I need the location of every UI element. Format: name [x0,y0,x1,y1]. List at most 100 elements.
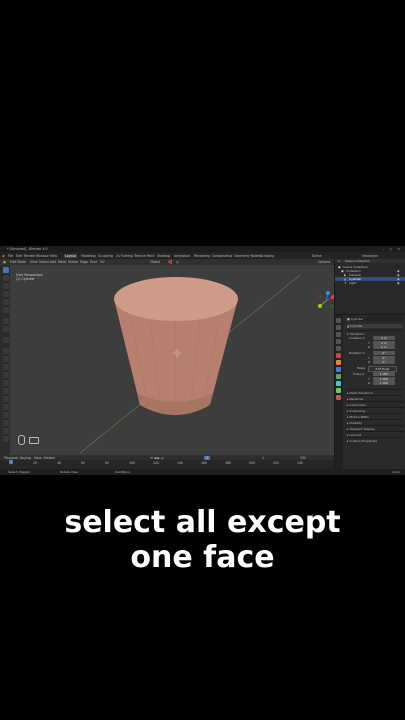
snap-icon[interactable]: 🧲 [168,260,172,264]
proportional-edit-icon[interactable]: ◎ [176,260,179,264]
rotation-x-field[interactable]: 0° [373,351,395,355]
rotate-tool-icon[interactable] [3,291,9,297]
cursor-tool-icon[interactable] [3,275,9,281]
navigation-gizmo[interactable] [315,290,334,312]
render-tab-icon[interactable] [336,325,341,330]
tab-animation[interactable]: Animation [173,254,191,258]
tab-rendering[interactable]: Rendering [193,254,211,258]
rotation-y-field[interactable]: 0° [373,355,395,360]
ruler-tick: 40 [57,460,62,465]
measure-tool-icon[interactable] [3,326,9,332]
blender-logo-icon[interactable]: ◉ [2,254,5,258]
transform-tool-icon[interactable] [3,307,9,313]
visibility-eye-icon[interactable]: ◉ [397,281,400,285]
extrude-tool-icon[interactable] [3,348,9,354]
scale-z-field[interactable]: 1.000 [373,381,395,385]
editor-type-icon[interactable]: ▦ [3,260,6,264]
section-collections[interactable]: ▸ Collections [347,401,403,407]
move-tool-icon[interactable] [3,283,9,289]
shrink-fatten-tool-icon[interactable] [3,420,9,426]
filter-icon[interactable]: ▽ [338,259,340,263]
tab-geometry-nodes[interactable]: Geometry Nodes [233,254,262,258]
scene-tab-icon[interactable] [336,346,341,351]
location-z-field[interactable]: 0 m [373,345,395,349]
scale-y-field[interactable]: 1.000 [373,376,395,381]
section-visibility[interactable]: ▸ Visibility [347,419,403,425]
properties-tabs [335,315,343,470]
section-viewport-display[interactable]: ▸ Viewport Display [347,425,403,431]
rotation-z-field[interactable]: 0° [373,360,395,364]
scale-x-field[interactable]: 1.000 [373,372,395,376]
location-x-field[interactable]: 0 m [373,336,395,340]
physics-tab-icon[interactable] [336,381,341,386]
ruler-tick: 20 [33,460,38,465]
poly-build-tool-icon[interactable] [3,388,9,394]
menu-mesh[interactable]: Mesh [58,260,66,264]
tab-texture-paint[interactable]: Texture Paint [133,254,156,258]
particles-tab-icon[interactable] [336,374,341,379]
data-tab-icon[interactable] [336,388,341,393]
output-tab-icon[interactable] [336,332,341,337]
object-tab-icon[interactable] [336,360,341,365]
rip-region-tool-icon[interactable] [3,436,9,442]
menu-file[interactable]: File [8,254,13,258]
material-tab-icon[interactable] [336,395,341,400]
window-controls[interactable]: – □ × [383,247,402,251]
menu-select[interactable]: Select [39,260,49,264]
tab-layout[interactable]: Layout [64,253,77,258]
select-box-tool-icon[interactable] [3,267,9,273]
add-cube-tool-icon[interactable] [3,337,9,343]
tab-compositing[interactable]: Compositing [211,254,233,258]
world-tab-icon[interactable] [336,353,341,358]
scene-selector[interactable]: Scene [312,254,322,258]
scale-tool-icon[interactable] [3,299,9,305]
tab-uv-editing[interactable]: UV Editing [115,254,134,258]
section-motion-paths[interactable]: ▸ Motion Paths [347,413,403,419]
menu-face[interactable]: Face [90,260,97,264]
menu-edit[interactable]: Edit [16,254,22,258]
timeline-ruler[interactable]: 1 20 40 60 80 100 120 140 160 180 200 22… [0,460,334,465]
tab-modeling[interactable]: Modeling [80,254,97,258]
menu-uv[interactable]: UV [100,260,105,264]
section-custom-properties[interactable]: ▸ Custom Properties [347,437,403,443]
section-line-art[interactable]: ▸ Line Art [347,431,403,437]
knife-tool-icon[interactable] [3,380,9,386]
mode-selector[interactable]: Edit Mode [10,260,26,264]
spin-tool-icon[interactable] [3,396,9,402]
tool-tab-icon[interactable] [336,318,341,323]
view-layer-selector[interactable]: ViewLayer [362,254,378,258]
annotate-tool-icon[interactable] [3,318,9,324]
menu-help[interactable]: Help [50,254,57,258]
outliner-row-light[interactable]: ✦ Light ◉ [335,281,405,285]
view-layer-tab-icon[interactable] [336,339,341,344]
section-delta-transform[interactable]: ▸ Delta Transform [347,389,403,395]
section-transform[interactable]: ▾ Transform [347,330,403,336]
playhead[interactable]: 1 [9,460,14,464]
tab-shading[interactable]: Shading [156,254,171,258]
mesh-name-row[interactable]: ▲ Cylinder [347,324,403,328]
options-menu[interactable]: Options [318,260,330,264]
shear-tool-icon[interactable] [3,428,9,434]
location-y-field[interactable]: 0 m [373,340,395,345]
menu-render[interactable]: Render [24,254,35,258]
menu-view[interactable]: View [30,260,38,264]
mesh-name-field[interactable]: Cylinder [350,324,362,328]
caption-line-1: select all except [64,505,341,540]
modifier-tab-icon[interactable] [336,367,341,372]
tab-scripting[interactable]: Scripting [259,254,275,258]
section-relations[interactable]: ▸ Relations [347,395,403,401]
menu-add[interactable]: Add [50,260,56,264]
tab-sculpting[interactable]: Sculpting [97,254,114,258]
3d-viewport[interactable]: User Perspective (1) Cylinder [10,265,334,455]
menu-vertex[interactable]: Vertex [68,260,78,264]
smooth-tool-icon[interactable] [3,404,9,410]
inset-tool-icon[interactable] [3,356,9,362]
edge-slide-tool-icon[interactable] [3,412,9,418]
loop-cut-tool-icon[interactable] [3,372,9,378]
transform-orientation[interactable]: Global [150,260,160,264]
section-instancing[interactable]: ▸ Instancing [347,407,403,413]
bevel-tool-icon[interactable] [3,364,9,370]
menu-edge[interactable]: Edge [80,260,88,264]
menu-window[interactable]: Window [36,254,49,258]
outliner: ▽ Scene Collection ▣ Scene Collection ▣ … [334,259,405,314]
